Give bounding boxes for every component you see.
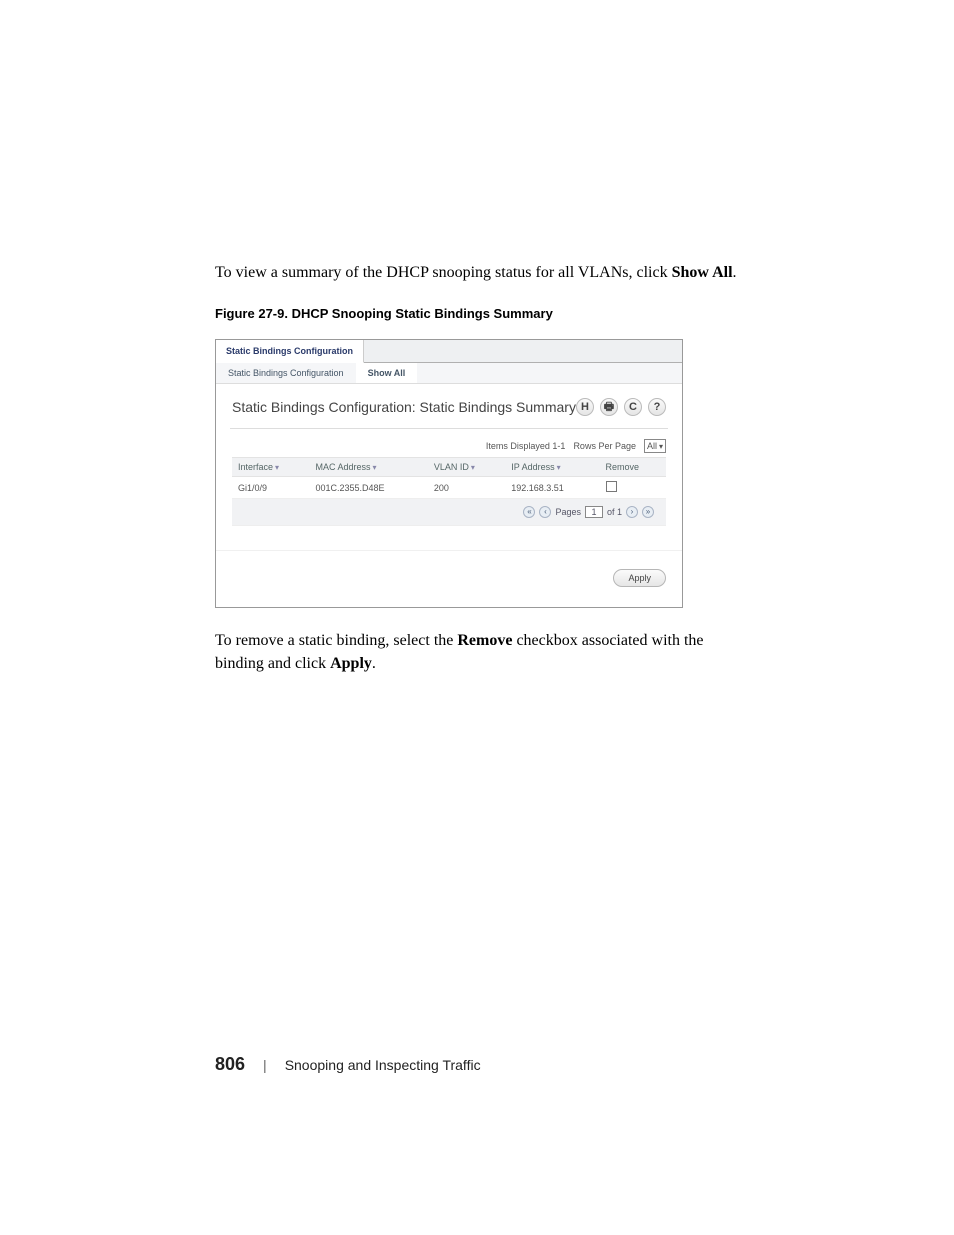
panel-header: Static Bindings Configuration: Static Bi…: [216, 384, 682, 422]
save-icon[interactable]: H: [576, 398, 594, 416]
sort-caret-icon: ▾: [275, 463, 279, 472]
page-input[interactable]: 1: [585, 506, 603, 518]
subtab-show-all[interactable]: Show All: [356, 363, 418, 383]
bindings-table: Interface▾ MAC Address▾ VLAN ID▾ IP Addr…: [232, 457, 666, 526]
cell-remove: [600, 477, 667, 499]
cell-ip: 192.168.3.51: [505, 477, 599, 499]
table-area: Items Displayed 1-1 Rows Per Page All In…: [216, 429, 682, 532]
col-ip[interactable]: IP Address▾: [505, 458, 599, 477]
pager: « ‹ Pages 1 of 1 › »: [238, 503, 660, 521]
panel-title: Static Bindings Configuration: Static Bi…: [232, 399, 576, 415]
rows-per-page-label: Rows Per Page: [573, 441, 636, 451]
remove-text-bold2: Apply: [330, 655, 372, 672]
intro-text-post: .: [733, 264, 737, 281]
col-remove: Remove: [600, 458, 667, 477]
refresh-icon[interactable]: C: [624, 398, 642, 416]
remove-text-bold1: Remove: [457, 632, 512, 649]
table-row: Gi1/0/9 001C.2355.D48E 200 192.168.3.51: [232, 477, 666, 499]
subtab-config[interactable]: Static Bindings Configuration: [216, 363, 356, 383]
subtab-bar: Static Bindings Configuration Show All: [216, 363, 682, 384]
rows-per-page-select[interactable]: All: [644, 439, 666, 453]
action-icons: H 🖶 C ?: [576, 398, 666, 416]
remove-paragraph: To remove a static binding, select the R…: [215, 630, 739, 675]
cell-mac: 001C.2355.D48E: [309, 477, 427, 499]
page-footer: 806 | Snooping and Inspecting Traffic: [215, 1054, 481, 1075]
apply-button[interactable]: Apply: [613, 569, 666, 587]
of-label: of 1: [607, 507, 622, 517]
footer-separator: |: [263, 1057, 267, 1073]
sort-caret-icon: ▾: [557, 463, 561, 472]
col-vlan[interactable]: VLAN ID▾: [428, 458, 505, 477]
cell-interface: Gi1/0/9: [232, 477, 309, 499]
pager-row: « ‹ Pages 1 of 1 › »: [232, 499, 666, 526]
remove-text-pre: To remove a static binding, select the: [215, 632, 457, 649]
first-page-icon[interactable]: «: [523, 506, 535, 518]
table-header-row: Interface▾ MAC Address▾ VLAN ID▾ IP Addr…: [232, 458, 666, 477]
cell-vlan: 200: [428, 477, 505, 499]
print-icon[interactable]: 🖶: [600, 398, 618, 416]
next-page-icon[interactable]: ›: [626, 506, 638, 518]
page-number: 806: [215, 1054, 245, 1075]
screenshot-panel: Static Bindings Configuration Static Bin…: [215, 339, 683, 608]
intro-text-bold: Show All: [672, 264, 733, 281]
col-interface[interactable]: Interface▾: [232, 458, 309, 477]
tab-bar: Static Bindings Configuration: [216, 340, 682, 363]
help-icon[interactable]: ?: [648, 398, 666, 416]
items-displayed: Items Displayed 1-1: [486, 441, 566, 451]
remove-checkbox[interactable]: [606, 481, 617, 492]
table-top-controls: Items Displayed 1-1 Rows Per Page All: [232, 439, 666, 453]
figure-caption: Figure 27-9. DHCP Snooping Static Bindin…: [215, 306, 739, 321]
col-mac[interactable]: MAC Address▾: [309, 458, 427, 477]
pages-label: Pages: [555, 507, 581, 517]
tab-static-bindings[interactable]: Static Bindings Configuration: [216, 340, 364, 363]
intro-paragraph: To view a summary of the DHCP snooping s…: [215, 262, 739, 284]
prev-page-icon[interactable]: ‹: [539, 506, 551, 518]
apply-row: Apply: [216, 550, 682, 607]
intro-text-pre: To view a summary of the DHCP snooping s…: [215, 264, 672, 281]
chapter-title: Snooping and Inspecting Traffic: [285, 1057, 481, 1073]
sort-caret-icon: ▾: [372, 463, 376, 472]
sort-caret-icon: ▾: [471, 463, 475, 472]
last-page-icon[interactable]: »: [642, 506, 654, 518]
remove-text-post: .: [372, 655, 376, 672]
